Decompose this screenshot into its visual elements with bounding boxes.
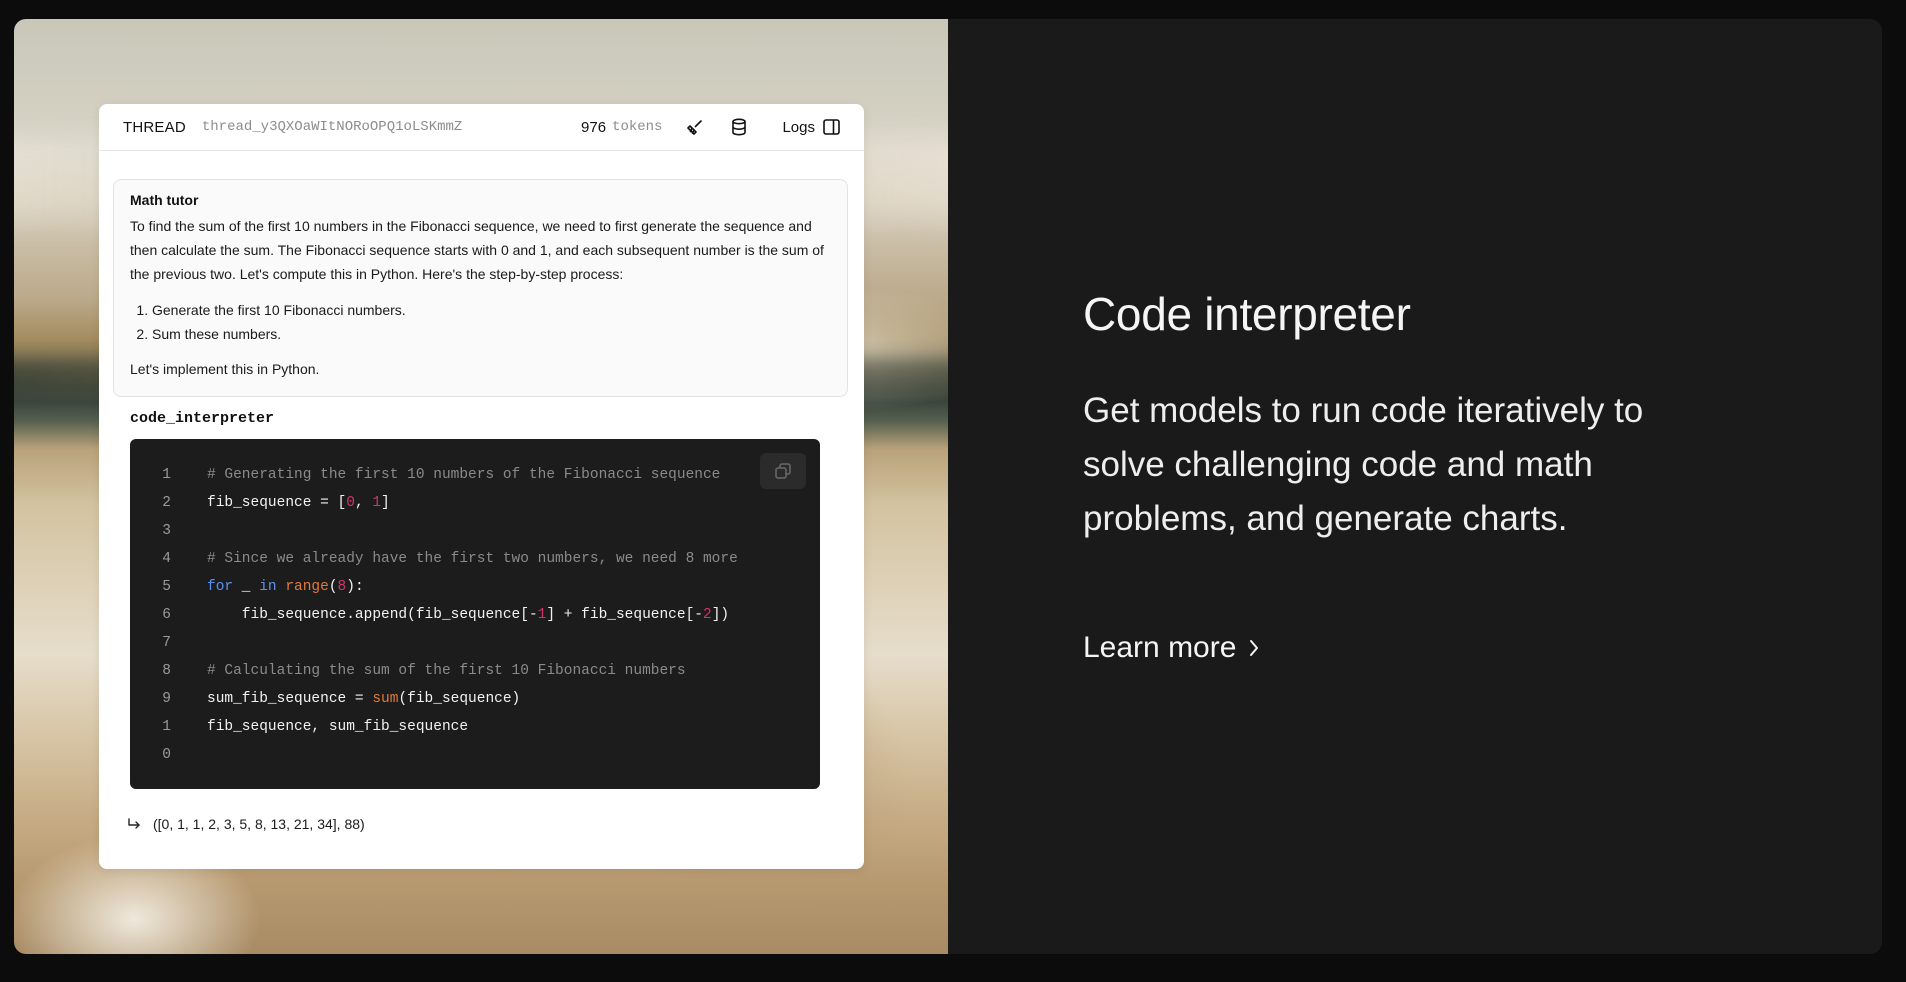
code-line: 5 for _ in range(8): bbox=[162, 579, 364, 595]
message-body: To find the sum of the first 10 numbers … bbox=[130, 218, 824, 282]
code-line: 0 bbox=[162, 747, 171, 763]
logs-button[interactable]: Logs bbox=[782, 119, 840, 136]
feature-title: Code interpreter bbox=[1083, 288, 1411, 340]
token-count: 976 bbox=[581, 118, 607, 136]
code-line: 7 bbox=[162, 635, 171, 651]
feature-frame: THREAD thread_y3QXOaWItNORoOPQ1oLSKmmZ 9… bbox=[14, 19, 1882, 954]
learn-more-link[interactable]: Learn more bbox=[1083, 631, 1260, 665]
token-unit: tokens bbox=[612, 119, 663, 135]
code-line: 4 # Since we already have the first two n… bbox=[162, 551, 738, 567]
thread-header: THREAD thread_y3QXOaWItNORoOPQ1oLSKmmZ 9… bbox=[99, 104, 864, 151]
sidebar-panel-icon bbox=[823, 119, 840, 135]
code-block: 1 # Generating the first 10 numbers of th… bbox=[130, 439, 820, 789]
code-result: ([0, 1, 1, 2, 3, 5, 8, 13, 21, 34], 88) bbox=[127, 816, 365, 832]
code-line: 1 # Generating the first 10 numbers of th… bbox=[162, 467, 721, 483]
feature-panel: Code interpreter Get models to run code … bbox=[948, 19, 1882, 954]
code-line: 1 fib_sequence, sum_fib_sequence bbox=[162, 719, 469, 735]
step-list: Generate the first 10 Fibonacci numbers.… bbox=[130, 298, 831, 346]
result-output: ([0, 1, 1, 2, 3, 5, 8, 13, 21, 34], 88) bbox=[153, 816, 365, 832]
feature-description: Get models to run code iteratively to so… bbox=[1083, 391, 1644, 538]
code-line: 8 # Calculating the sum of the first 10 F… bbox=[162, 663, 686, 679]
logs-label: Logs bbox=[782, 118, 815, 136]
message-outro: Let's implement this in Python. bbox=[130, 361, 320, 377]
code-line: 9 sum_fib_sequence = sum(fib_sequence) bbox=[162, 691, 521, 707]
assistant-message: Math tutor To find the sum of the first … bbox=[113, 179, 848, 397]
background-artwork: THREAD thread_y3QXOaWItNORoOPQ1oLSKmmZ 9… bbox=[14, 19, 948, 954]
tool-name: code_interpreter bbox=[130, 410, 275, 427]
database-icon[interactable] bbox=[728, 116, 750, 138]
chevron-right-icon bbox=[1250, 640, 1259, 656]
message-author: Math tutor bbox=[130, 192, 199, 208]
broom-icon[interactable] bbox=[684, 116, 706, 138]
thread-id: thread_y3QXOaWItNORoOPQ1oLSKmmZ bbox=[201, 119, 463, 135]
learn-more-label: Learn more bbox=[1083, 631, 1237, 664]
return-arrow-icon bbox=[128, 818, 140, 829]
thread-card: THREAD thread_y3QXOaWItNORoOPQ1oLSKmmZ 9… bbox=[99, 104, 864, 869]
copy-button[interactable] bbox=[760, 453, 806, 489]
list-item: Generate the first 10 Fibonacci numbers. bbox=[152, 298, 831, 322]
copy-icon bbox=[775, 463, 791, 479]
code-line: 2 fib_sequence = [0, 1] bbox=[162, 495, 390, 511]
code-line: 6 fib_sequence.append(fib_sequence[-1] +… bbox=[162, 607, 730, 623]
code-line: 3 bbox=[162, 523, 171, 539]
list-item: Sum these numbers. bbox=[152, 322, 831, 346]
thread-label: THREAD bbox=[123, 118, 186, 136]
